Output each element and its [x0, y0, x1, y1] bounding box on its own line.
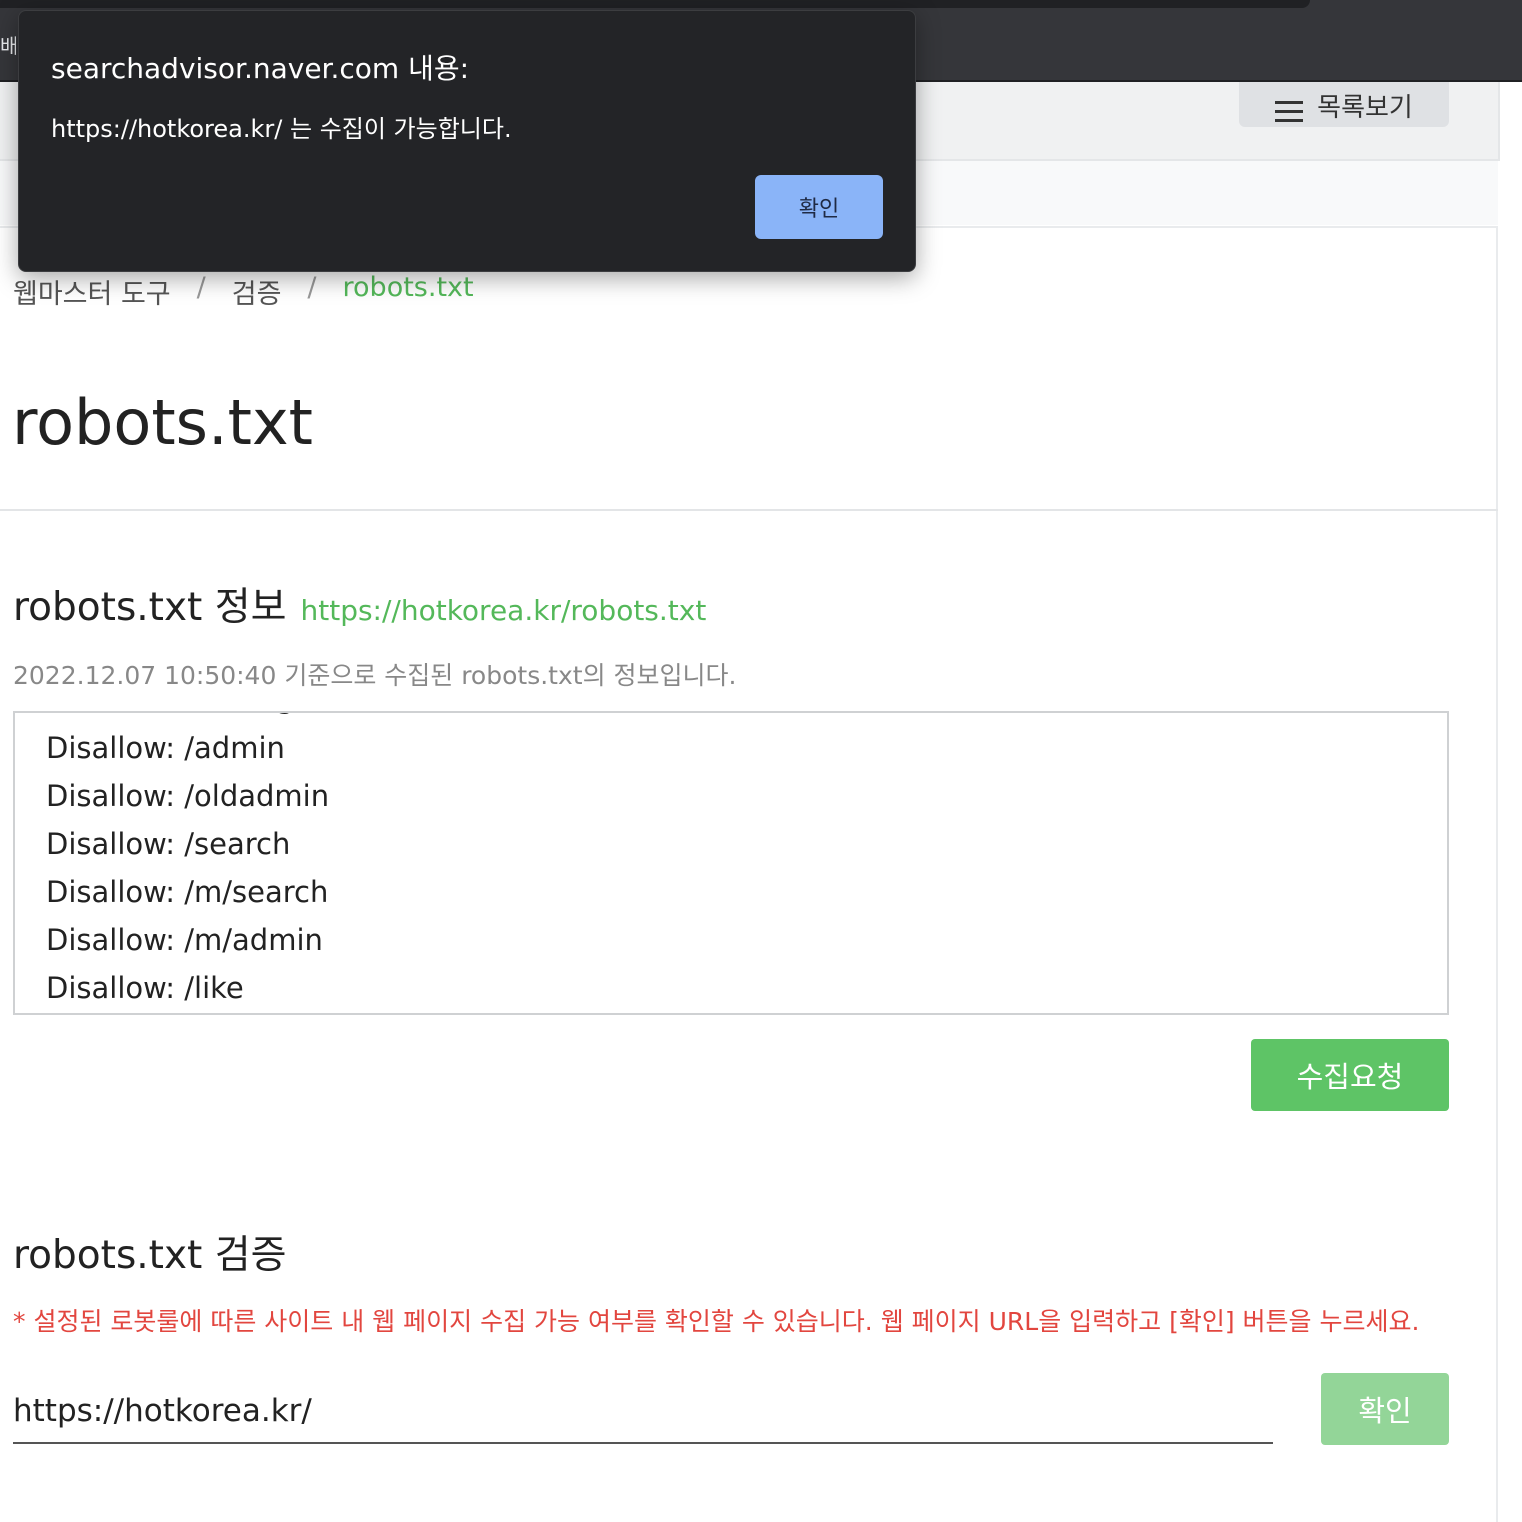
robots-line-partial: Disallow: /setting	[46, 713, 295, 715]
breadcrumb-separator: /	[196, 272, 206, 303]
bookmark-item[interactable]: 배님	[0, 30, 16, 59]
browser-tabstrip	[0, 0, 1310, 8]
breadcrumb-item-webmaster[interactable]: 웹마스터 도구	[13, 272, 171, 311]
robots-line: Disallow: /like	[46, 971, 244, 1005]
robots-line: Disallow: /admin	[46, 731, 285, 765]
verify-instruction-note: * 설정된 로봇룰에 따른 사이트 내 웹 페이지 수집 가능 여부를 확인할 …	[13, 1307, 1420, 1336]
verify-confirm-button[interactable]: 확인	[1321, 1373, 1449, 1445]
breadcrumb-item-verify[interactable]: 검증	[232, 272, 282, 311]
robots-info-heading: robots.txt 정보 https://hotkorea.kr/robots.…	[13, 576, 706, 632]
list-icon	[1275, 101, 1304, 123]
robots-line: Disallow: /m/admin	[46, 923, 323, 957]
dialog-ok-button[interactable]: 확인	[755, 175, 883, 239]
robots-line: Disallow: /search	[46, 827, 291, 861]
robots-verify-title: robots.txt 검증	[13, 1233, 287, 1278]
url-input[interactable]	[13, 1380, 1273, 1444]
alert-dialog: searchadvisor.naver.com 내용: https://hotk…	[18, 10, 916, 272]
breadcrumb-separator: /	[307, 272, 317, 303]
section-divider	[0, 509, 1498, 511]
robots-content-box[interactable]: Disallow: /setting Disallow: /admin Disa…	[13, 711, 1449, 1015]
list-view-label: 목록보기	[1317, 93, 1413, 123]
breadcrumb-item-robots: robots.txt	[342, 272, 474, 303]
breadcrumb: 웹마스터 도구 / 검증 / robots.txt	[13, 272, 474, 311]
dialog-message: https://hotkorea.kr/ 는 수집이 가능합니다.	[51, 115, 512, 143]
robots-line: Disallow: /m/search	[46, 875, 329, 909]
collection-date-text: 2022.12.07 10:50:40 기준으로 수집된 robots.txt의…	[13, 661, 737, 690]
list-view-button[interactable]: 목록보기	[1239, 82, 1449, 127]
collect-request-button[interactable]: 수집요청	[1251, 1039, 1449, 1111]
dialog-title: searchadvisor.naver.com 내용:	[51, 52, 470, 85]
page-title: robots.txt	[12, 386, 313, 459]
robots-info-title: robots.txt 정보	[13, 585, 287, 630]
robots-line: Disallow: /oldadmin	[46, 779, 330, 813]
robots-file-link[interactable]: https://hotkorea.kr/robots.txt	[300, 594, 706, 627]
